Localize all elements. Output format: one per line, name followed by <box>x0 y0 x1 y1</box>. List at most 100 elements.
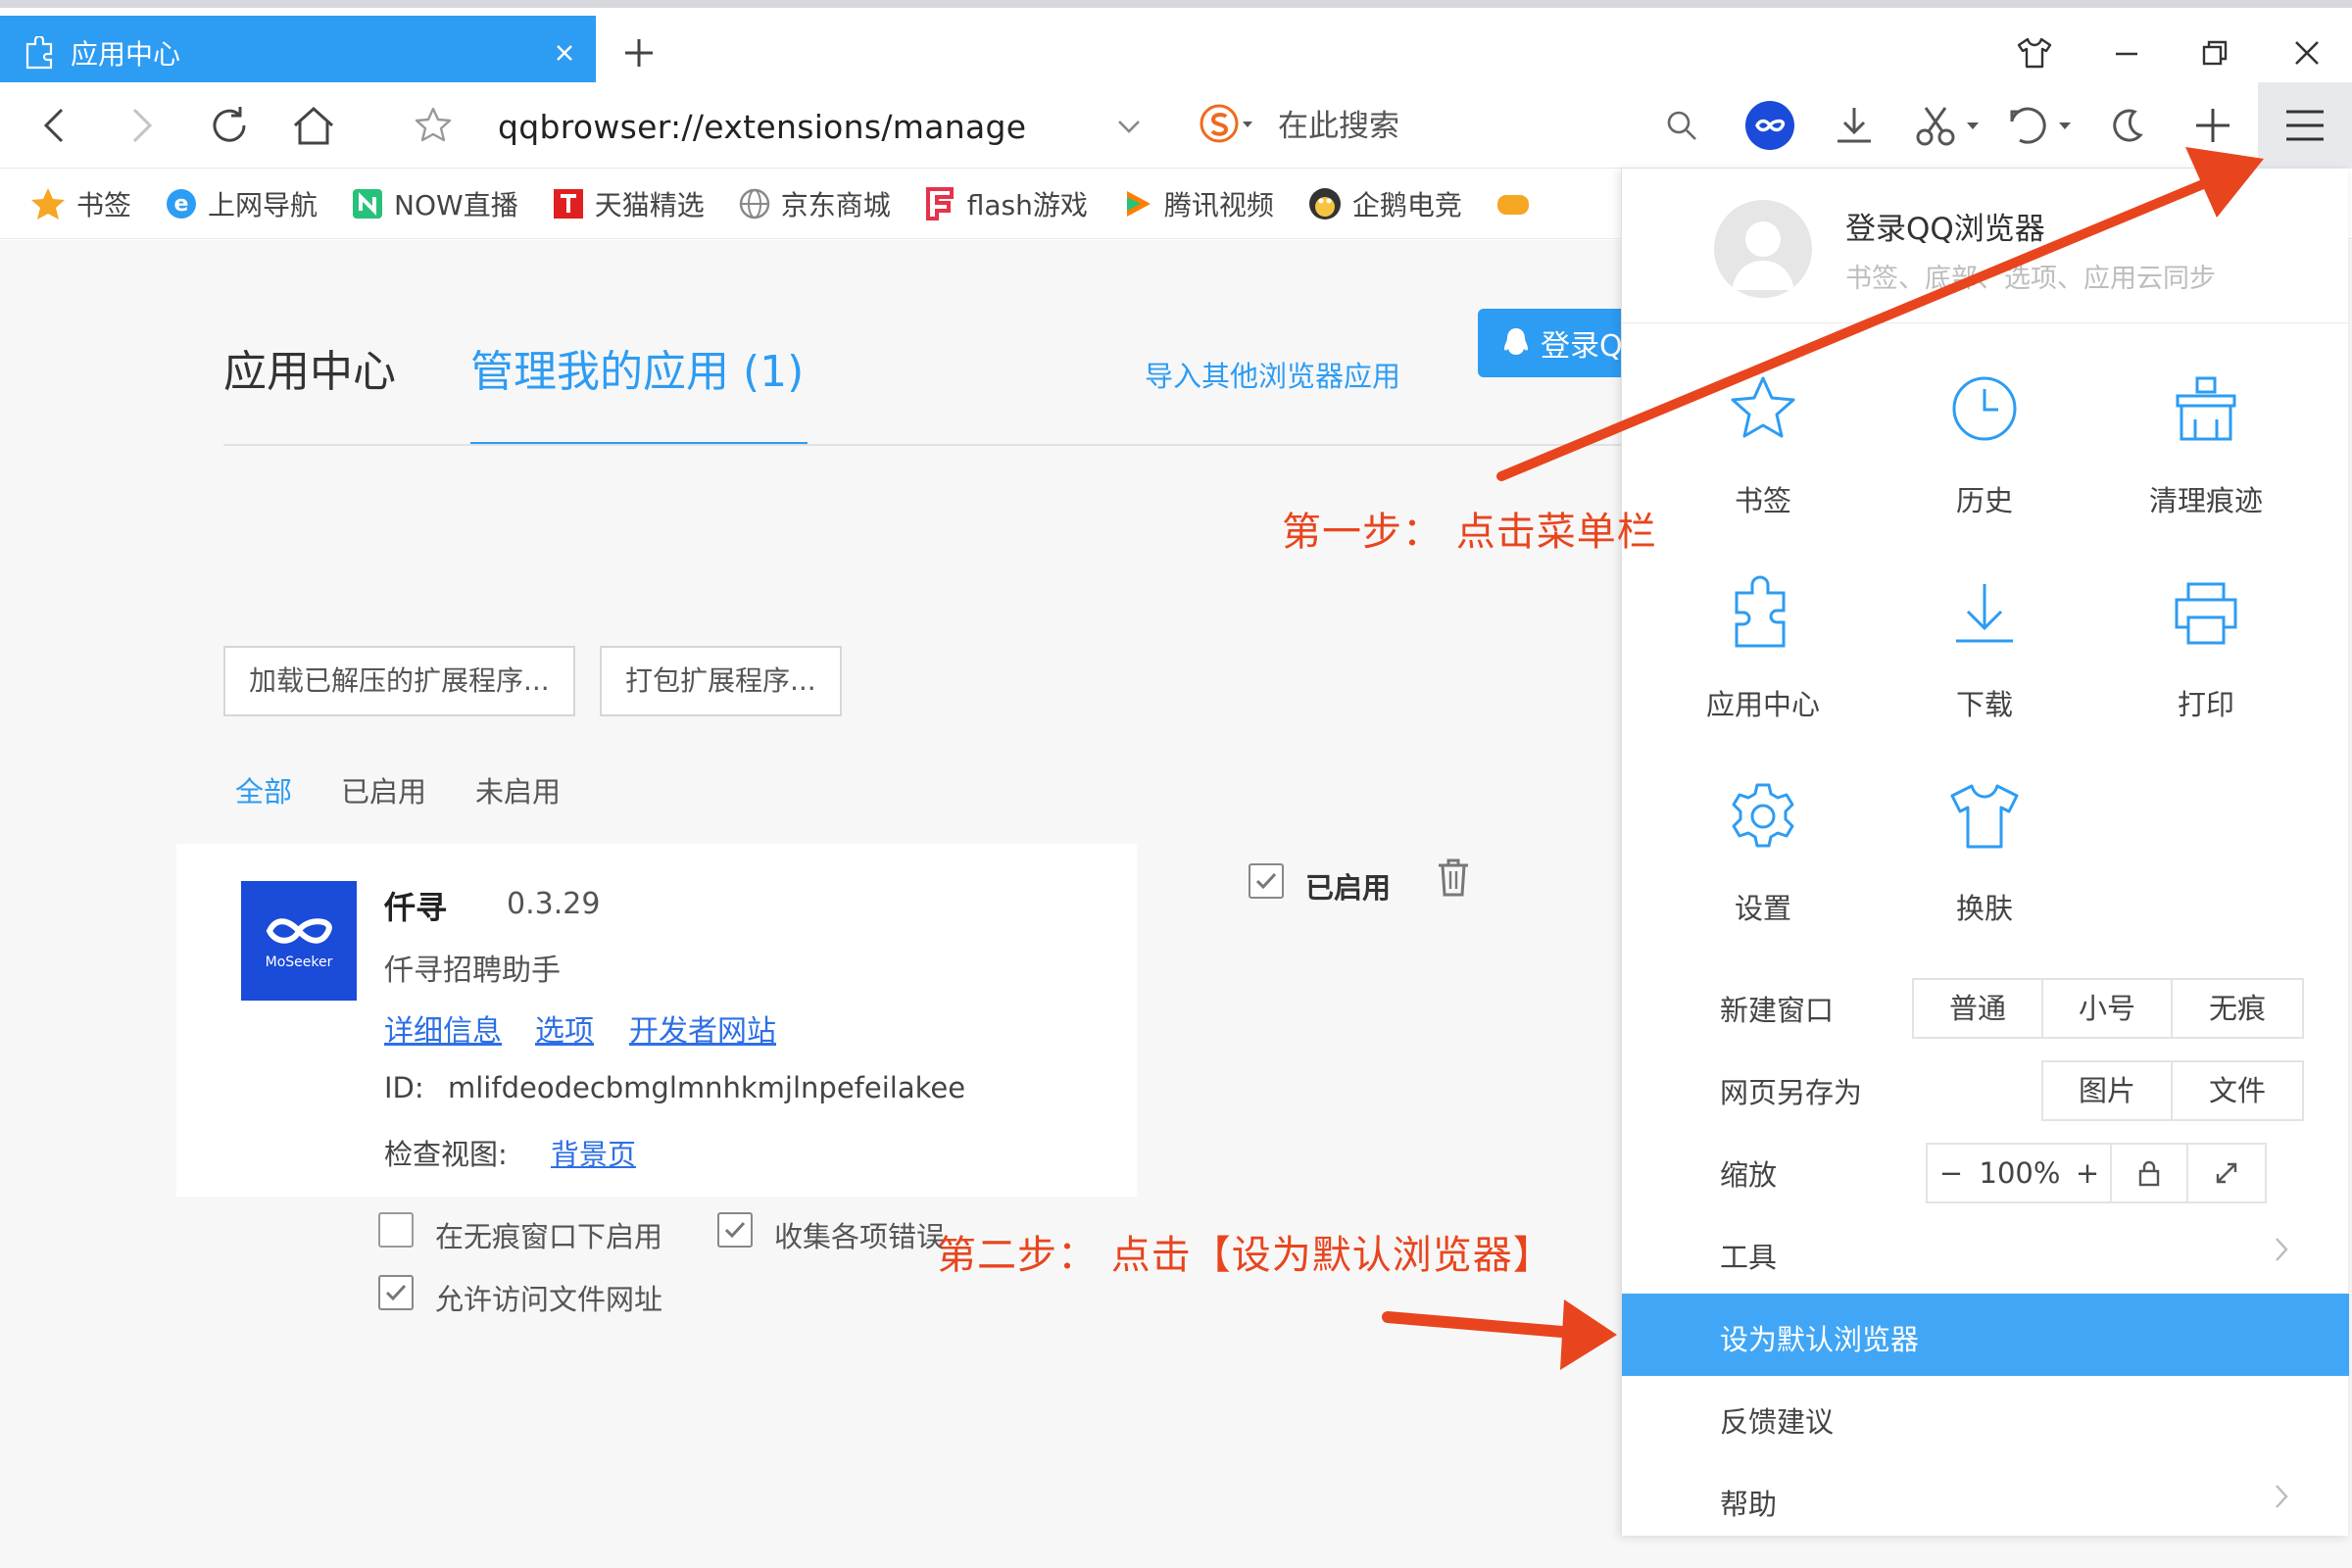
favorite-star-icon[interactable] <box>404 96 463 155</box>
options-link[interactable]: 选项 <box>535 1006 594 1050</box>
bookmark-item[interactable]: 书签 <box>29 184 131 223</box>
menu-print[interactable]: 打印 <box>2118 568 2294 723</box>
fullscreen-button[interactable] <box>2188 1145 2265 1201</box>
pack-extension-button[interactable]: 打包扩展程序... <box>600 646 842 716</box>
puzzle-icon <box>24 36 55 70</box>
import-apps-link[interactable]: 导入其他浏览器应用 <box>1145 354 1400 395</box>
bookmark-item[interactable]: flash游戏 <box>924 184 1088 223</box>
incognito-checkbox[interactable] <box>378 1212 414 1248</box>
download-icon[interactable] <box>1825 96 1884 155</box>
save-as-image[interactable]: 图片 <box>2043 1062 2173 1119</box>
login-title[interactable]: 登录QQ浏览器 <box>1845 204 2045 248</box>
menu-grid-label: 设置 <box>1734 892 1791 925</box>
main-menu-panel: 登录QQ浏览器 书签、底部、选项、应用云同步 书签 历史 清理痕迹 应用中心 下… <box>1621 169 2349 1536</box>
night-mode-moon-icon[interactable] <box>2097 96 2156 155</box>
set-default-label: 设为默认浏览器 <box>1720 1323 1920 1356</box>
menu-grid-label: 打印 <box>2177 688 2234 721</box>
restore-button[interactable] <box>2185 24 2244 82</box>
chevron-down-icon[interactable] <box>1115 106 1143 145</box>
lock-zoom-button[interactable] <box>2112 1145 2188 1201</box>
new-window-options: 普通 小号 无痕 <box>1912 978 2304 1039</box>
zoom-out-button[interactable]: − <box>1928 1145 1975 1201</box>
incognito-label: 在无痕窗口下启用 <box>435 1220 663 1253</box>
developer-site-link[interactable]: 开发者网站 <box>629 1006 776 1050</box>
menu-row-feedback[interactable]: 反馈建议 <box>1622 1376 2349 1458</box>
background-page-link[interactable]: 背景页 <box>551 1132 636 1173</box>
add-icon[interactable] <box>2183 96 2242 155</box>
bookmark-item[interactable]: NOW直播 <box>351 184 518 223</box>
new-window-normal[interactable]: 普通 <box>1914 980 2043 1037</box>
address-bar[interactable]: qqbrowser://extensions/manage <box>498 100 1174 153</box>
save-as-file[interactable]: 文件 <box>2173 1062 2302 1119</box>
bookmark-item[interactable]: 天猫精选 <box>552 184 705 223</box>
chevron-right-icon <box>2273 1235 2290 1264</box>
new-window-small[interactable]: 小号 <box>2043 980 2173 1037</box>
tab-manage-apps[interactable]: 管理我的应用 (1) <box>470 318 808 446</box>
bookmark-item[interactable]: e 上网导航 <box>165 184 318 223</box>
bookmark-label: NOW直播 <box>394 188 518 221</box>
bookmark-item[interactable]: 企鹅电竞 <box>1307 184 1462 223</box>
forward-button[interactable] <box>112 96 171 155</box>
search-icon[interactable] <box>1652 96 1711 155</box>
close-window-button[interactable] <box>2278 24 2336 82</box>
filter-all[interactable]: 全部 <box>235 769 292 810</box>
close-tab-icon[interactable] <box>543 31 586 74</box>
bookmark-label: 上网导航 <box>208 188 318 221</box>
menu-skin[interactable]: 换肤 <box>1896 772 2073 927</box>
browser-tab[interactable]: 应用中心 <box>0 16 596 90</box>
menu-grid-label: 下载 <box>1955 688 2013 721</box>
main-menu-button[interactable] <box>2258 82 2352 169</box>
menu-login-section[interactable]: 登录QQ浏览器 书签、底部、选项、应用云同步 <box>1622 169 2349 323</box>
new-tab-button[interactable] <box>610 24 668 82</box>
filter-disabled[interactable]: 未启用 <box>475 769 561 810</box>
penguin-icon <box>1307 186 1343 221</box>
file-access-checkbox[interactable] <box>378 1275 414 1310</box>
sogou-logo-icon <box>1200 104 1239 143</box>
undo-close-icon[interactable] <box>1999 96 2082 155</box>
skin-icon[interactable] <box>2005 24 2064 82</box>
menu-row-save-as: 网页另存为 图片 文件 <box>1622 1047 2349 1129</box>
moseeker-extension-icon[interactable] <box>1740 96 1799 155</box>
bookmark-item[interactable]: 京东商城 <box>738 184 891 223</box>
save-as-options: 图片 文件 <box>2041 1060 2304 1121</box>
collect-errors-checkbox[interactable] <box>717 1212 753 1248</box>
search-input[interactable] <box>1278 100 1650 153</box>
menu-downloads[interactable]: 下载 <box>1896 568 2073 723</box>
filter-enabled[interactable]: 已启用 <box>341 769 426 810</box>
search-engine-selector[interactable] <box>1200 104 1256 143</box>
star-icon <box>1675 365 1851 453</box>
avatar[interactable] <box>1714 200 1812 298</box>
menu-row-set-default-browser[interactable]: 设为默认浏览器 <box>1622 1294 2349 1376</box>
trash-icon[interactable] <box>1434 856 1473 899</box>
new-window-label: 新建窗口 <box>1720 994 1835 1027</box>
bookmark-item[interactable] <box>1495 189 1541 219</box>
menu-row-help[interactable]: 帮助 <box>1622 1458 2349 1541</box>
screenshot-scissors-icon[interactable] <box>1907 96 1989 155</box>
bookmark-label: 书签 <box>76 188 132 221</box>
menu-settings[interactable]: 设置 <box>1675 772 1851 927</box>
menu-history[interactable]: 历史 <box>1896 365 2073 519</box>
zoom-in-button[interactable]: + <box>2065 1145 2112 1201</box>
details-link[interactable]: 详细信息 <box>384 1006 502 1050</box>
bookmark-item[interactable]: 腾讯视频 <box>1121 184 1274 223</box>
menu-clear-traces[interactable]: 清理痕迹 <box>2118 365 2294 519</box>
menu-bookmarks[interactable]: 书签 <box>1675 365 1851 519</box>
enabled-checkbox[interactable] <box>1249 863 1284 899</box>
new-window-incognito[interactable]: 无痕 <box>2173 980 2302 1037</box>
menu-row-tools[interactable]: 工具 <box>1622 1211 2349 1294</box>
minimize-button[interactable] <box>2097 24 2156 82</box>
puzzle-icon <box>1675 568 1851 657</box>
tab-app-center[interactable]: 应用中心 <box>223 318 396 446</box>
back-button[interactable] <box>25 96 84 155</box>
ie-icon: e <box>165 187 198 220</box>
now-icon <box>351 187 384 220</box>
menu-grid-label: 历史 <box>1955 484 2013 517</box>
home-button[interactable] <box>284 96 343 155</box>
expand-icon <box>2214 1160 2239 1186</box>
bookmark-label: 企鹅电竞 <box>1351 188 1462 221</box>
title-bar: 应用中心 <box>0 0 2352 90</box>
svg-text:e: e <box>174 192 189 217</box>
refresh-button[interactable] <box>200 96 259 155</box>
load-unpacked-button[interactable]: 加载已解压的扩展程序... <box>223 646 575 716</box>
menu-app-center[interactable]: 应用中心 <box>1675 568 1851 723</box>
